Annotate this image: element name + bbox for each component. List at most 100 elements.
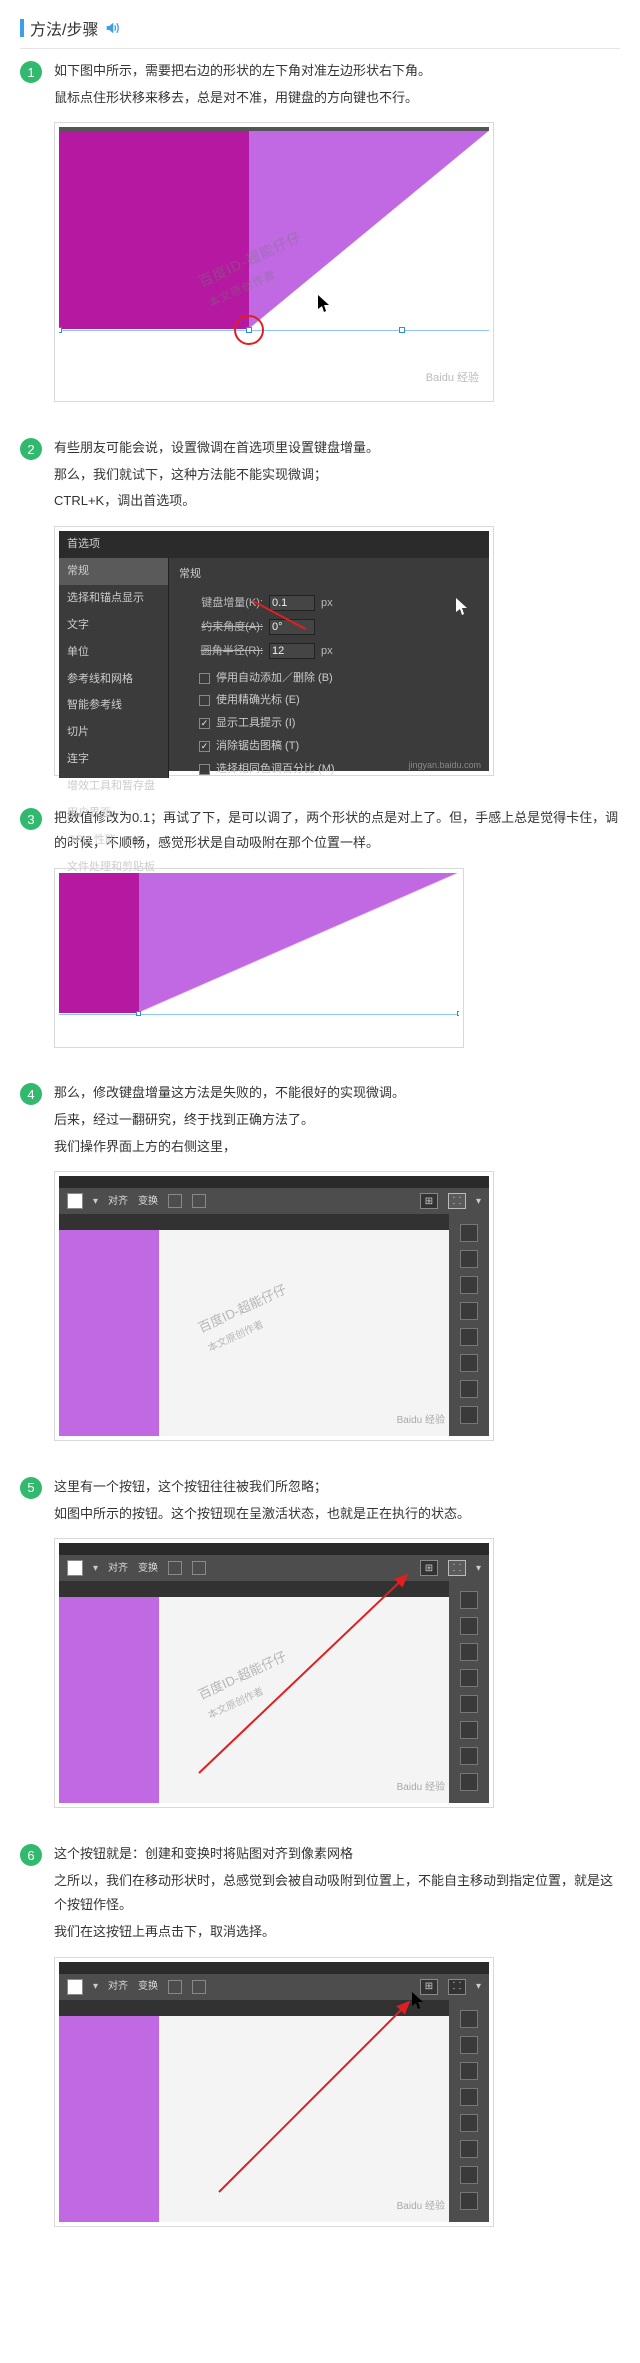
tool-icon[interactable] — [168, 1980, 182, 1994]
shape — [59, 1597, 159, 1803]
dropdown-icon[interactable]: ▾ — [476, 1192, 481, 1211]
align-pixel-icon[interactable]: ⊞ — [420, 1193, 438, 1209]
dropdown-icon[interactable]: ▾ — [476, 1559, 481, 1578]
panel-heading: 常规 — [179, 564, 479, 585]
right-panel — [449, 1214, 489, 1436]
audio-icon[interactable] — [104, 20, 120, 36]
dropdown-icon[interactable]: ▾ — [93, 1559, 98, 1578]
sidebar-item[interactable]: 常规 — [59, 558, 168, 585]
canvas[interactable] — [59, 1597, 449, 1803]
panel-icon[interactable] — [460, 2140, 478, 2158]
right-panel — [449, 1581, 489, 1803]
tool-icon[interactable] — [168, 1561, 182, 1575]
toolbar-label[interactable]: 对齐 — [108, 1977, 128, 1996]
figure: 首选项 常规选择和锚点显示文字单位参考线和网格智能参考线切片连字增效工具和暂存盘… — [54, 526, 494, 776]
panel-icon[interactable] — [460, 2036, 478, 2054]
align-pixel-icon[interactable]: ⊞ — [420, 1560, 438, 1576]
panel-icon[interactable] — [460, 1695, 478, 1713]
canvas[interactable] — [59, 2016, 449, 2222]
tool-icon[interactable] — [192, 1194, 206, 1208]
cursor-icon — [411, 1992, 425, 2017]
panel-icon[interactable] — [460, 1302, 478, 1320]
panel-icon[interactable] — [460, 2114, 478, 2132]
anchor-point — [59, 327, 62, 333]
sidebar-item[interactable]: 选择和锚点显示 — [59, 585, 168, 612]
dialog-sidebar: 常规选择和锚点显示文字单位参考线和网格智能参考线切片连字增效工具和暂存盘用户界面… — [59, 558, 169, 778]
checkbox-label: 显示工具提示 (I) — [216, 713, 295, 734]
menubar — [59, 1543, 489, 1555]
control-bar: ▾ 对齐变换 ⊞ ⸬ ▾ — [59, 1188, 489, 1214]
panel-icon[interactable] — [460, 1721, 478, 1739]
snap-to-pixel-button[interactable]: ⸬ — [448, 1979, 466, 1995]
fill-swatch[interactable] — [67, 1560, 83, 1576]
panel-icon[interactable] — [460, 1591, 478, 1609]
figure — [54, 868, 464, 1048]
sidebar-item[interactable]: GPU 性能 — [59, 827, 168, 854]
panel-icon[interactable] — [460, 1250, 478, 1268]
panel-icon[interactable] — [460, 1617, 478, 1635]
panel-icon[interactable] — [460, 1276, 478, 1294]
document-tabbar — [59, 1214, 489, 1230]
checkbox-label: 消除锯齿图稿 (T) — [216, 736, 299, 757]
snap-to-pixel-button[interactable]: ⸬ — [448, 1193, 466, 1209]
toolbar-label[interactable]: 变换 — [138, 1559, 158, 1578]
checkbox-row[interactable]: ✓消除锯齿图稿 (T) — [199, 736, 479, 757]
checkbox-icon — [199, 764, 210, 775]
toolbar-label[interactable]: 对齐 — [108, 1559, 128, 1578]
panel-icon[interactable] — [460, 1669, 478, 1687]
panel-icon[interactable] — [460, 1747, 478, 1765]
toolbar-label[interactable]: 变换 — [138, 1977, 158, 1996]
step-text: 后来，经过一翻研究，终于找到正确方法了。 — [54, 1108, 620, 1133]
panel-icon[interactable] — [460, 2010, 478, 2028]
panel-icon[interactable] — [460, 2192, 478, 2210]
anchor-point — [136, 1011, 141, 1016]
step-text: 那么，修改键盘增量这方法是失败的，不能很好的实现微调。 — [54, 1081, 620, 1106]
checkbox-icon — [199, 673, 210, 684]
panel-icon[interactable] — [460, 1643, 478, 1661]
canvas[interactable] — [59, 1230, 449, 1436]
baidu-watermark: jingyan.baidu.com — [408, 757, 481, 774]
right-panel — [449, 2000, 489, 2222]
sidebar-item[interactable]: 参考线和网格 — [59, 666, 168, 693]
panel-icon[interactable] — [460, 1328, 478, 1346]
tool-icon[interactable] — [192, 1980, 206, 1994]
panel-icon[interactable] — [460, 2062, 478, 2080]
snap-to-pixel-button[interactable]: ⸬ — [448, 1560, 466, 1576]
step-4: 4 那么，修改键盘增量这方法是失败的，不能很好的实现微调。 后来，经过一翻研究，… — [20, 1081, 620, 1445]
sidebar-item[interactable]: 连字 — [59, 746, 168, 773]
panel-icon[interactable] — [460, 2088, 478, 2106]
panel-icon[interactable] — [460, 1354, 478, 1372]
fill-swatch[interactable] — [67, 1193, 83, 1209]
sidebar-item[interactable]: 切片 — [59, 719, 168, 746]
left-shape — [59, 873, 139, 1013]
checkbox-row[interactable]: ✓ 显示工具提示 (I) — [199, 713, 479, 734]
panel-icon[interactable] — [460, 2166, 478, 2184]
figure: ▾对齐变换⊞⸬▾百度ID-超能仔仔本文原创作者Baidu 经验 — [54, 1171, 494, 1441]
panel-icon[interactable] — [460, 1380, 478, 1398]
panel-icon[interactable] — [460, 1406, 478, 1424]
toolbar-label[interactable]: 变换 — [138, 1192, 158, 1211]
field-label: 圆角半径(R): — [179, 641, 263, 662]
tool-icon[interactable] — [168, 1194, 182, 1208]
checkbox-icon — [199, 695, 210, 706]
number-input[interactable] — [269, 595, 315, 611]
panel-icon[interactable] — [460, 1224, 478, 1242]
sidebar-item[interactable]: 增效工具和暂存盘 — [59, 773, 168, 800]
dropdown-icon[interactable]: ▾ — [476, 1977, 481, 1996]
sidebar-item[interactable]: 智能参考线 — [59, 692, 168, 719]
tool-icon[interactable] — [192, 1561, 206, 1575]
sidebar-item[interactable]: 文字 — [59, 612, 168, 639]
toolbar-label[interactable]: 对齐 — [108, 1192, 128, 1211]
checkbox-row[interactable]: 使用精确光标 (E) — [199, 690, 479, 711]
dropdown-icon[interactable]: ▾ — [93, 1977, 98, 1996]
sidebar-item[interactable]: 单位 — [59, 639, 168, 666]
step-6: 6 这个按钮就是：创建和变换时将贴图对齐到像素网格 之所以，我们在移动形状时，总… — [20, 1842, 620, 2230]
panel-icon[interactable] — [460, 1773, 478, 1791]
checkbox-row[interactable]: 停用自动添加／删除 (B) — [199, 668, 479, 689]
fill-swatch[interactable] — [67, 1979, 83, 1995]
sidebar-item[interactable]: 用户界面 — [59, 800, 168, 827]
step-text: 有些朋友可能会说，设置微调在首选项里设置键盘增量。 — [54, 436, 620, 461]
dropdown-icon[interactable]: ▾ — [93, 1192, 98, 1211]
step-text: 这里有一个按钮，这个按钮往往被我们所忽略； — [54, 1475, 620, 1500]
checkbox-icon: ✓ — [199, 718, 210, 729]
